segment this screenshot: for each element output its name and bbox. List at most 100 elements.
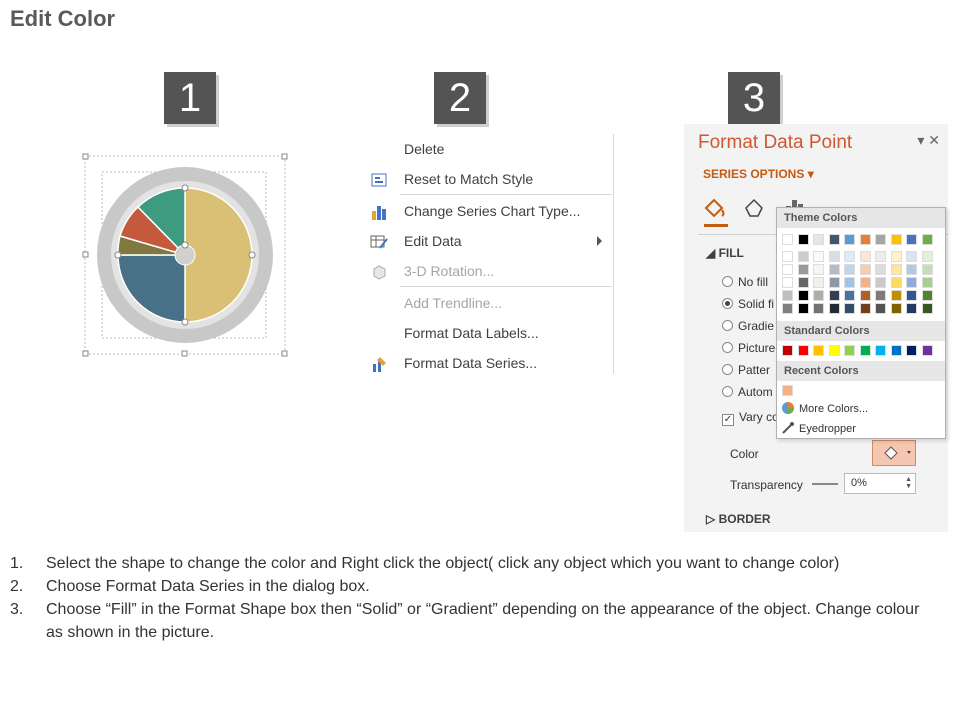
picture-fill-radio[interactable]: Picture [722,341,775,355]
theme-color-swatch[interactable] [844,264,855,275]
theme-color-swatch[interactable] [906,303,917,314]
theme-color-swatch[interactable] [921,264,933,275]
menu-item-edit-data[interactable]: Edit Data [364,228,614,256]
pie-chart-selected[interactable] [80,134,290,360]
theme-color-swatch[interactable] [906,290,917,301]
bar-chart-icon [370,203,388,221]
theme-color-swatch[interactable] [782,303,793,314]
standard-color-swatch[interactable] [828,345,840,356]
menu-item-delete[interactable]: Delete [364,136,614,164]
theme-color-swatch[interactable] [797,234,809,245]
theme-color-swatch[interactable] [844,234,855,245]
recent-color-swatch[interactable] [782,385,793,396]
theme-color-swatch[interactable] [797,303,809,314]
theme-color-swatch[interactable] [859,251,871,262]
transparency-input[interactable]: 0% ▲ ▼ [844,473,916,494]
theme-color-swatch[interactable] [859,277,871,288]
no-fill-radio[interactable]: No fill [722,275,768,289]
theme-color-swatch[interactable] [875,290,886,301]
standard-color-swatch[interactable] [875,345,886,356]
standard-color-swatch[interactable] [906,345,917,356]
theme-color-swatch[interactable] [921,303,933,314]
fill-section-header[interactable]: ◢ FILL [706,246,744,260]
theme-color-swatch[interactable] [828,264,840,275]
theme-color-swatch[interactable] [797,290,809,301]
effects-tab-icon[interactable] [745,198,763,217]
solid-fill-radio[interactable]: Solid fi [722,297,774,311]
theme-color-swatch[interactable] [890,234,902,245]
vary-colors-checkbox[interactable]: ✓ Vary co [722,410,779,426]
theme-color-swatch[interactable] [890,251,902,262]
theme-color-swatch[interactable] [782,277,793,288]
standard-color-swatch[interactable] [782,345,793,356]
theme-color-swatch[interactable] [844,290,855,301]
more-colors-item[interactable]: More Colors... [781,401,868,415]
eyedropper-item[interactable]: Eyedropper [781,421,856,435]
theme-color-swatch[interactable] [828,277,840,288]
pattern-fill-radio[interactable]: Patter [722,363,770,377]
theme-color-swatch[interactable] [813,234,824,245]
context-menu: Delete Reset to Match Style Change Serie… [364,134,614,374]
theme-color-swatch[interactable] [797,251,809,262]
standard-color-swatch[interactable] [844,345,855,356]
standard-color-swatch[interactable] [890,345,902,356]
theme-color-swatch[interactable] [813,290,824,301]
menu-item-change-chart-type[interactable]: Change Series Chart Type... [364,198,614,226]
menu-item-format-data-series[interactable]: Format Data Series... [364,350,614,378]
spinner-icon[interactable]: ▲ ▼ [905,476,912,490]
theme-color-swatch[interactable] [782,251,793,262]
theme-color-swatch[interactable] [813,264,824,275]
border-section-header[interactable]: ▷ BORDER [706,512,771,526]
theme-color-swatch[interactable] [828,290,840,301]
automatic-fill-radio[interactable]: Autom [722,385,773,399]
theme-color-swatch[interactable] [782,290,793,301]
theme-color-swatch[interactable] [890,290,902,301]
theme-color-swatch[interactable] [813,303,824,314]
theme-color-swatch[interactable] [875,251,886,262]
theme-color-swatch[interactable] [813,251,824,262]
theme-color-swatch[interactable] [828,251,840,262]
theme-color-swatch[interactable] [890,303,902,314]
standard-color-swatch[interactable] [859,345,871,356]
theme-color-swatch[interactable] [797,264,809,275]
theme-color-swatch[interactable] [844,251,855,262]
series-options-dropdown[interactable]: SERIES OPTIONS ▾ [703,167,814,181]
theme-color-swatch[interactable] [875,277,886,288]
theme-color-swatch[interactable] [921,251,933,262]
theme-color-swatch[interactable] [859,234,871,245]
theme-color-swatch[interactable] [875,234,886,245]
theme-color-swatch[interactable] [906,251,917,262]
theme-color-swatch[interactable] [797,277,809,288]
menu-item-reset-style[interactable]: Reset to Match Style [364,166,614,194]
theme-color-swatch[interactable] [906,234,917,245]
theme-color-swatch[interactable] [828,234,840,245]
theme-color-swatch[interactable] [844,303,855,314]
fill-line-tab-icon[interactable] [704,198,725,218]
theme-color-swatch[interactable] [906,277,917,288]
pane-options-icon[interactable]: ▾ [917,132,924,148]
theme-color-swatch[interactable] [921,277,933,288]
theme-color-swatch[interactable] [859,303,871,314]
standard-color-swatch[interactable] [797,345,809,356]
theme-color-swatch[interactable] [859,264,871,275]
theme-color-swatch[interactable] [782,264,793,275]
theme-color-swatch[interactable] [921,234,933,245]
theme-color-swatch[interactable] [890,277,902,288]
theme-color-swatch[interactable] [875,264,886,275]
transparency-slider[interactable] [812,483,838,485]
theme-color-swatch[interactable] [890,264,902,275]
theme-color-swatch[interactable] [782,234,793,245]
theme-color-swatch[interactable] [828,303,840,314]
theme-color-swatch[interactable] [875,303,886,314]
fill-color-button[interactable] [872,440,916,466]
gradient-fill-radio[interactable]: Gradie [722,319,774,333]
standard-color-swatch[interactable] [813,345,824,356]
theme-color-swatch[interactable] [844,277,855,288]
theme-color-swatch[interactable] [859,290,871,301]
theme-color-swatch[interactable] [906,264,917,275]
standard-color-swatch[interactable] [921,345,933,356]
menu-item-format-data-labels[interactable]: Format Data Labels... [364,320,614,348]
theme-color-swatch[interactable] [921,290,933,301]
theme-color-swatch[interactable] [813,277,824,288]
close-icon[interactable]: ✕ [928,132,940,148]
